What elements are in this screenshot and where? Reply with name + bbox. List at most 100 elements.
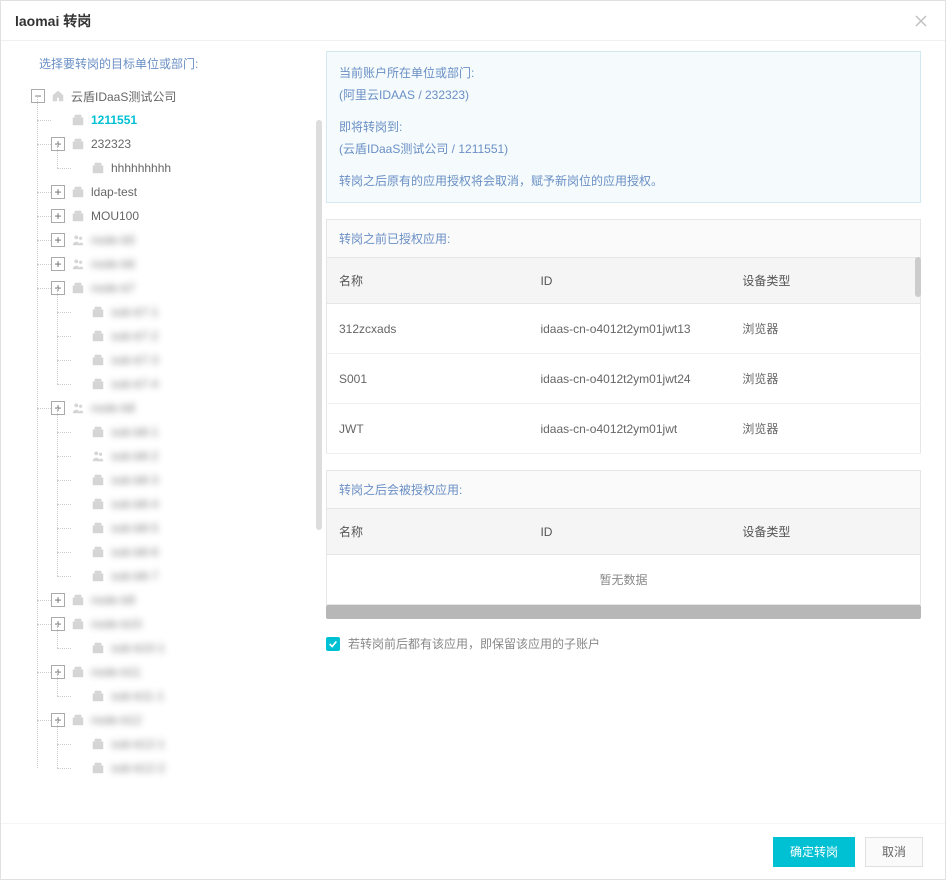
expand-icon[interactable]: +: [51, 137, 65, 151]
cell-name: JWT: [327, 404, 529, 454]
expand-icon[interactable]: +: [51, 713, 65, 727]
expand-icon[interactable]: +: [51, 617, 65, 631]
tree-node-row[interactable]: sub-b10-1: [71, 636, 326, 660]
tree-node-row[interactable]: sub-b8-5: [71, 516, 326, 540]
dialog-body: 选择要转岗的目标单位或部门: −云盾IDaaS测试公司1211551+23232…: [1, 41, 945, 823]
tree-node-row[interactable]: sub-b8-3: [71, 468, 326, 492]
col-type: 设备类型: [730, 258, 920, 304]
expand-icon[interactable]: +: [51, 593, 65, 607]
tree-node: sub-b7-1: [71, 300, 326, 324]
tree-container: − 云盾IDaaS测试公司 1211551+232323hhhhhhhhh+ldap…: [13, 84, 326, 823]
col-name: 名称: [327, 258, 529, 304]
tree-node-row[interactable]: + MOU100: [51, 204, 326, 228]
transfer-info-box: 当前账户所在单位或部门: (阿里云IDAAS / 232323) 即将转岗到: …: [326, 51, 921, 203]
cell-id: idaas-cn-o4012t2ym01jwt: [528, 404, 730, 454]
tree-node-row[interactable]: sub-b8-2: [71, 444, 326, 468]
tree-node-label: node-b6: [91, 257, 135, 271]
tree-node: sub-b8-4: [71, 492, 326, 516]
tree-node-row[interactable]: +ldap-test: [51, 180, 326, 204]
close-button[interactable]: [911, 11, 931, 31]
tree-node-row[interactable]: hhhhhhhhh: [71, 156, 326, 180]
tree-node: +node-b10sub-b10-1: [51, 612, 326, 660]
before-apps-table: 名称 ID 设备类型 312zcxadsidaas-cn-o4012t2ym01…: [326, 257, 921, 454]
folder-icon: [91, 161, 105, 175]
folder-icon: [91, 521, 105, 535]
tree-node-row[interactable]: sub-b8-4: [71, 492, 326, 516]
tree-node-row[interactable]: +232323: [51, 132, 326, 156]
info-line: 当前账户所在单位或部门:: [339, 62, 908, 84]
tree-node-row[interactable]: +node-b8: [51, 396, 326, 420]
expand-icon[interactable]: +: [51, 257, 65, 271]
tree-children: 1211551+232323hhhhhhhhh+ldap-test+MOU100…: [31, 108, 326, 780]
after-apps-header: 转岗之后会被授权应用:: [326, 470, 921, 508]
tree-node: + MOU100: [51, 204, 326, 228]
checkbox[interactable]: [326, 637, 340, 651]
tree-node-label: MOU100: [91, 209, 139, 223]
expand-icon[interactable]: +: [51, 185, 65, 199]
confirm-button[interactable]: 确定转岗: [773, 837, 855, 867]
expand-icon[interactable]: +: [51, 281, 65, 295]
org-tree[interactable]: − 云盾IDaaS测试公司 1211551+232323hhhhhhhhh+ldap…: [13, 84, 326, 823]
folder-icon: [91, 737, 105, 751]
folder-icon: [91, 497, 105, 511]
tree-node-label: sub-b8-6: [111, 545, 158, 559]
tree-node-label: node-b5: [91, 233, 135, 247]
tree-children: sub-b12-1 sub-b12-2: [51, 732, 326, 780]
tree-node-row[interactable]: sub-b8-1: [71, 420, 326, 444]
tree-node-label: sub-b8-2: [111, 449, 158, 463]
tree-node-row[interactable]: +node-b7: [51, 276, 326, 300]
tree-node-row[interactable]: sub-b7-2: [71, 324, 326, 348]
tree-node: sub-b7-4: [71, 372, 326, 396]
tree-node: sub-b7-3: [71, 348, 326, 372]
tree-node-label: sub-b12-1: [111, 737, 165, 751]
tree-node-row[interactable]: sub-b7-3: [71, 348, 326, 372]
tree-node-row[interactable]: sub-b8-6: [71, 540, 326, 564]
table-scrollbar[interactable]: [915, 257, 921, 297]
tree-node: +node-b7sub-b7-1sub-b7-2sub-b7-3sub-b7-4: [51, 276, 326, 396]
tree-node-row[interactable]: sub-b12-2: [71, 756, 326, 780]
tree-node-row[interactable]: +node-b9: [51, 588, 326, 612]
tree-node-row[interactable]: + node-b6: [51, 252, 326, 276]
tree-node-row[interactable]: sub-b7-1: [71, 300, 326, 324]
people-icon: [91, 449, 105, 463]
checkbox-label: 若转岗前后都有该应用，即保留该应用的子账户: [348, 635, 600, 652]
tree-node-label: 云盾IDaaS测试公司: [71, 88, 176, 105]
cell-type: 浏览器: [730, 304, 920, 354]
info-line: (云盾IDaaS测试公司 / 1211551): [339, 138, 908, 160]
tree-children: sub-b7-1sub-b7-2sub-b7-3sub-b7-4: [51, 300, 326, 396]
people-icon: [71, 233, 85, 247]
tree-node-row[interactable]: sub-b11-1: [71, 684, 326, 708]
tree-scrollbar[interactable]: [316, 120, 322, 530]
tree-node-row[interactable]: − 云盾IDaaS测试公司: [31, 84, 326, 108]
horizontal-scrollbar[interactable]: [326, 605, 921, 619]
tree-node-row[interactable]: +node-b12: [51, 708, 326, 732]
folder-icon: [91, 473, 105, 487]
cancel-button[interactable]: 取消: [865, 837, 923, 867]
collapse-icon[interactable]: −: [31, 89, 45, 103]
expand-icon[interactable]: +: [51, 665, 65, 679]
tree-node: + node-b5: [51, 228, 326, 252]
expand-icon[interactable]: +: [51, 233, 65, 247]
col-name: 名称: [327, 509, 529, 555]
before-apps-table-wrap: 名称 ID 设备类型 312zcxadsidaas-cn-o4012t2ym01…: [326, 257, 921, 454]
tree-node-row[interactable]: sub-b7-4: [71, 372, 326, 396]
folder-icon: [71, 713, 85, 727]
info-line: 即将转岗到:: [339, 116, 908, 138]
keep-subaccount-option[interactable]: 若转岗前后都有该应用，即保留该应用的子账户: [326, 635, 921, 652]
tree-node-row[interactable]: sub-b12-1: [71, 732, 326, 756]
expand-icon[interactable]: +: [51, 209, 65, 223]
tree-node: sub-b8-2: [71, 444, 326, 468]
tree-node: +ldap-test: [51, 180, 326, 204]
tree-node: sub-b8-5: [71, 516, 326, 540]
expand-icon[interactable]: +: [51, 401, 65, 415]
tree-node-row[interactable]: sub-b8-7: [71, 564, 326, 588]
tree-node: + node-b11 sub-b11-1: [51, 660, 326, 708]
people-icon: [71, 257, 85, 271]
tree-node: +232323hhhhhhhhh: [51, 132, 326, 180]
folder-icon: [71, 137, 85, 151]
tree-node-label: node-b11: [91, 665, 141, 679]
tree-node-row[interactable]: + node-b5: [51, 228, 326, 252]
tree-node-row[interactable]: + node-b11: [51, 660, 326, 684]
tree-node-row[interactable]: 1211551: [51, 108, 326, 132]
tree-node-row[interactable]: +node-b10: [51, 612, 326, 636]
